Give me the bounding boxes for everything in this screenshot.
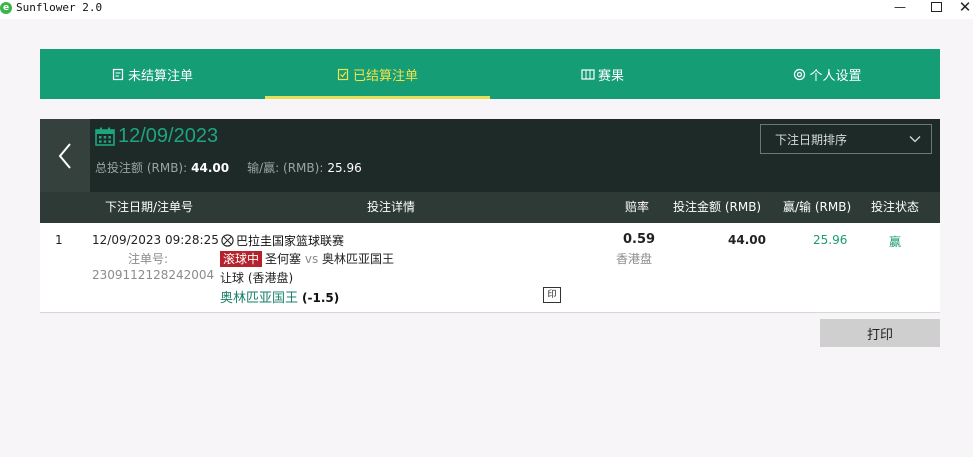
tab-label: 已结算注单 (352, 68, 418, 84)
bet-type: 让球 (香港盘) (220, 271, 294, 285)
away-team: 奥林匹亚国王 (322, 252, 395, 266)
settled-ticket-icon (337, 68, 349, 80)
sort-order-value: 下注日期排序 (775, 132, 848, 147)
selection-handicap: (-1.5) (302, 291, 340, 305)
tab-label: 赛果 (597, 68, 624, 84)
calendar-icon (95, 127, 115, 146)
bet-summary: 总投注额 (RMB): 44.00 输/赢: (RMB): 25.96 (95, 159, 362, 176)
close-button[interactable]: ✕ (953, 0, 973, 16)
unsettled-ticket-icon (112, 68, 124, 80)
bet-datetime: 12/09/2023 09:28:25 (92, 233, 219, 247)
match-line: 滚球中 圣何塞 vs 奥林匹亚国王 (220, 250, 394, 267)
selection-line: 奥林匹亚国王 (-1.5) (220, 287, 339, 306)
header-bet-status: 投注状态 (871, 200, 920, 214)
selection-team: 奥林匹亚国王 (220, 291, 299, 306)
tab-label: 未结算注单 (127, 68, 193, 84)
odds-value: 0.59 (623, 232, 656, 247)
home-team: 圣何塞 (265, 252, 302, 266)
row-index: 1 (55, 233, 63, 247)
win-loss-label: 输/赢: (RMB): (247, 161, 324, 175)
win-loss-amount: 25.96 (813, 233, 848, 247)
tab-settled-bets[interactable]: 已结算注单 (265, 49, 490, 99)
total-stake-label: 总投注额 (RMB): (95, 161, 188, 175)
selected-date: 12/09/2023 (118, 125, 219, 147)
main-tab-bar: 未结算注单 已结算注单 赛果 个人设置 (40, 49, 940, 99)
total-stake-value: 44.00 (191, 161, 230, 175)
league-line: 巴拉圭国家篮球联赛 (221, 232, 344, 249)
stake-value: 44.00 (728, 233, 766, 247)
window-title: Sunflower 2.0 (16, 1, 103, 14)
table-row: 1 12/09/2023 09:28:25 注单号: 2309112128242… (40, 223, 940, 313)
print-button[interactable]: 打印 (820, 319, 940, 347)
results-icon (581, 68, 595, 80)
tab-label: 个人设置 (809, 68, 862, 84)
chevron-left-icon (58, 142, 71, 169)
league-name: 巴拉圭国家篮球联赛 (236, 234, 345, 248)
header-date-ticket: 下注日期/注单号 (105, 200, 194, 214)
live-badge: 滚球中 (220, 251, 263, 267)
maximize-icon (930, 2, 942, 12)
summary-panel: 12/09/2023 总投注额 (RMB): 44.00 输/赢: (RMB): 25… (40, 119, 940, 192)
tab-results[interactable]: 赛果 (490, 49, 715, 99)
tab-personal-settings[interactable]: 个人设置 (715, 49, 940, 99)
basketball-icon (221, 234, 234, 247)
odds-type: 香港盘 (616, 252, 653, 266)
header-bet-details: 投注详情 (367, 200, 416, 214)
print-ticket-icon[interactable]: 印 (543, 287, 561, 303)
app-logo-icon: e (0, 2, 12, 14)
minimize-button[interactable]: — (888, 0, 912, 16)
header-odds: 赔率 (625, 200, 650, 214)
header-win-loss: 赢/输 (RMB) (783, 200, 852, 214)
title-bar: e Sunflower 2.0 — ✕ (0, 0, 973, 19)
ticket-number: 2309112128242004 (92, 268, 215, 282)
vs-label: vs (304, 252, 319, 266)
chevron-down-icon (909, 136, 921, 143)
ticket-label: 注单号: (128, 252, 169, 266)
header-stake: 投注金额 (RMB) (673, 200, 762, 214)
settings-icon (794, 68, 806, 80)
maximize-button[interactable] (924, 0, 948, 16)
back-button[interactable] (40, 119, 90, 192)
bet-status: 赢 (889, 235, 902, 249)
tab-unsettled-bets[interactable]: 未结算注单 (40, 49, 265, 99)
win-loss-value: 25.96 (327, 161, 362, 175)
bets-table-header: 下注日期/注单号 投注详情 赔率 投注金额 (RMB) 赢/输 (RMB) 投注… (40, 192, 940, 223)
sort-order-select[interactable]: 下注日期排序 (760, 124, 932, 154)
